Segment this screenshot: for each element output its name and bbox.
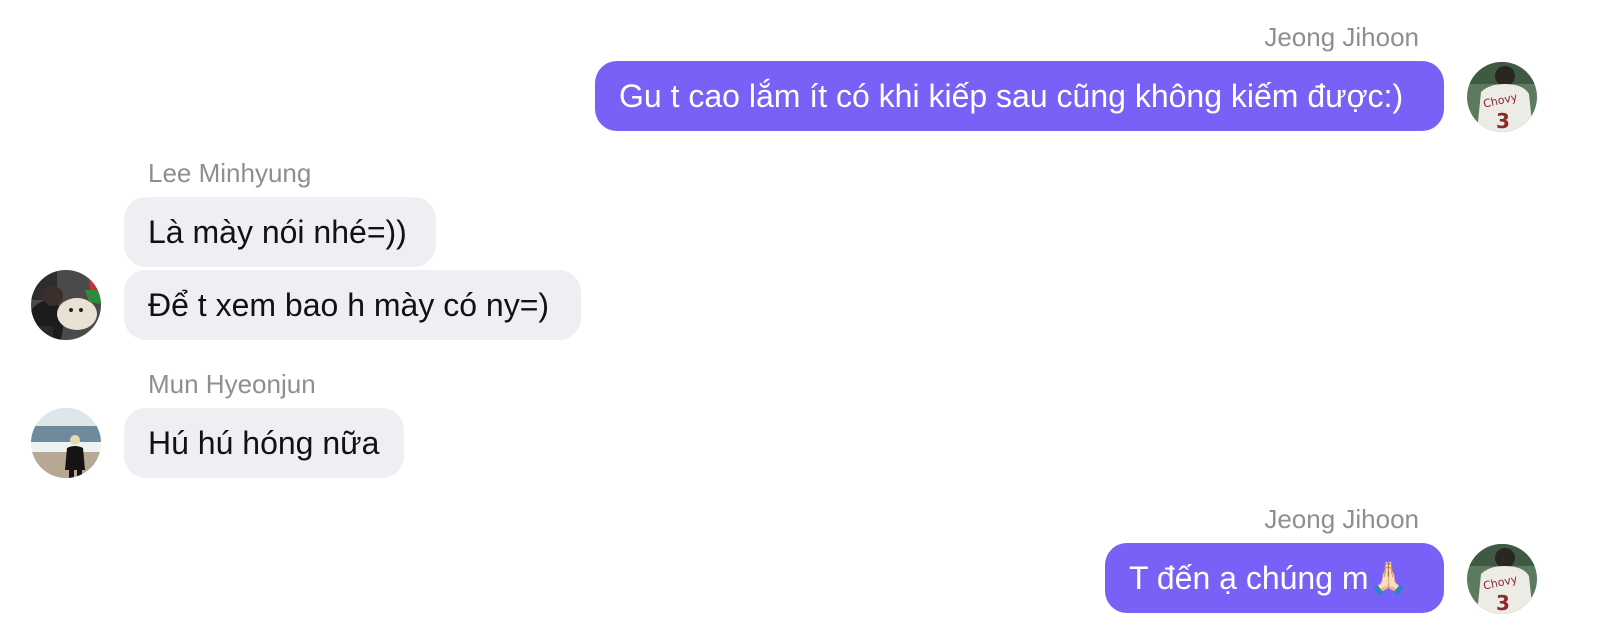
sender-name-lee-minhyung: Lee Minhyung (148, 158, 312, 188)
jersey-number: 3 (1496, 109, 1510, 132)
sender-name-mun-hyeonjun: Mun Hyeonjun (148, 369, 316, 399)
message-text: Gu t cao lắm ít có khi kiếp sau cũng khô… (619, 78, 1404, 114)
avatar-mun-hyeonjun[interactable] (31, 408, 101, 478)
message-bubble-incoming[interactable]: Để t xem bao h mày có ny=) (124, 270, 581, 340)
jersey-photo-avatar-icon: Chovy 3 (1467, 62, 1537, 132)
message-text: Là mày nói nhé=)) (148, 214, 407, 250)
message-text: Để t xem bao h mày có ny=) (148, 287, 550, 323)
message-text: T đến ạ chúng m🙏🏻 (1129, 560, 1409, 596)
message-bubble-outgoing[interactable]: T đến ạ chúng m🙏🏻 (1105, 543, 1444, 613)
sender-name-jeong-jihoon: Jeong Jihoon (1264, 22, 1419, 52)
beach-photo-avatar-icon (31, 408, 101, 478)
sender-name-jeong-jihoon: Jeong Jihoon (1264, 504, 1419, 534)
message-bubble-incoming[interactable]: Hú hú hóng nữa (124, 408, 404, 478)
message-bubble-incoming[interactable]: Là mày nói nhé=)) (124, 197, 436, 267)
avatar-jeong-jihoon[interactable]: Chovy 3 (1467, 544, 1537, 614)
message-bubble-outgoing[interactable]: Gu t cao lắm ít có khi kiếp sau cũng khô… (595, 61, 1444, 131)
avatar-jeong-jihoon[interactable]: Chovy 3 (1467, 62, 1537, 132)
jersey-photo-avatar-icon: Chovy 3 (1467, 544, 1537, 614)
jersey-number: 3 (1496, 591, 1510, 614)
message-text: Hú hú hóng nữa (148, 425, 380, 461)
avatar-lee-minhyung[interactable] (31, 270, 101, 340)
person-with-plush-avatar-icon (31, 270, 101, 340)
